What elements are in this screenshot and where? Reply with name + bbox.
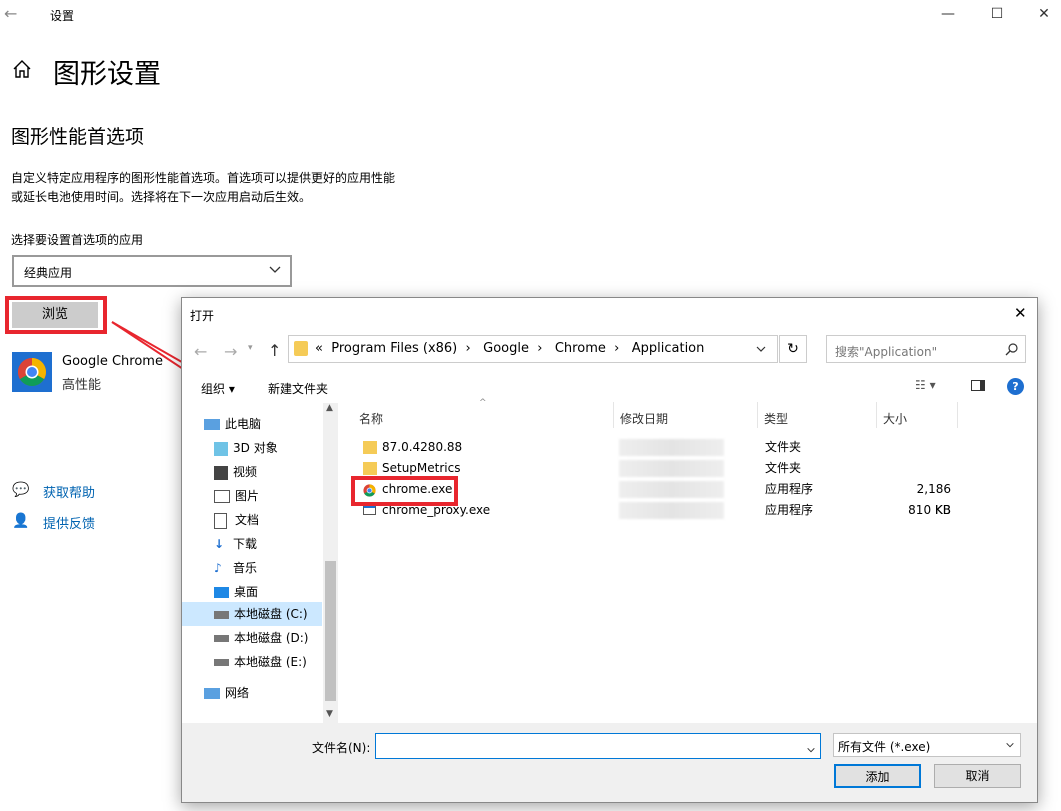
back-nav-icon[interactable]: ←: [194, 342, 207, 361]
date-blurred: [619, 481, 724, 498]
file-type: 应用程序: [765, 503, 814, 517]
address-bar[interactable]: « Program Files (x86) › Google › Chrome …: [288, 335, 778, 363]
folder-icon: [294, 341, 308, 356]
up-nav-icon[interactable]: ↑: [268, 341, 281, 360]
search-box[interactable]: 搜索"Application": [826, 335, 1026, 363]
filename-input[interactable]: [375, 733, 821, 759]
tree-downloads[interactable]: ↓ 下载: [214, 532, 257, 556]
help-circle-icon[interactable]: ?: [1007, 378, 1024, 395]
dialog-title: 打开: [190, 309, 215, 323]
nav-tree: 此电脑 3D 对象 视频 图片 文档 ↓ 下载 ♪ 音乐 桌面 本地磁盘 (C:) …: [182, 402, 339, 722]
tree-scrollbar[interactable]: ▲ ▼: [323, 403, 338, 723]
file-row-87[interactable]: 87.0.4280.88 文件夹: [359, 437, 979, 458]
breadcrumb-application[interactable]: Application: [632, 341, 705, 356]
scroll-down-icon[interactable]: ▼: [326, 709, 333, 719]
scroll-up-icon[interactable]: ▲: [326, 403, 333, 413]
network-icon: [204, 688, 220, 699]
filetype-select[interactable]: 所有文件 (*.exe): [833, 733, 1021, 757]
column-size[interactable]: 大小: [883, 410, 907, 427]
tree-music[interactable]: ♪ 音乐: [214, 556, 257, 580]
column-divider-4: [957, 402, 958, 428]
drive-d-icon: [214, 635, 229, 642]
column-type[interactable]: 类型: [764, 410, 788, 427]
tree-drive-d[interactable]: 本地磁盘 (D:): [214, 626, 308, 650]
sort-arrow-icon: ^: [479, 398, 487, 408]
folder-icon: [363, 462, 377, 475]
tree-drive-e[interactable]: 本地磁盘 (E:): [214, 650, 307, 674]
tree-3d-objects[interactable]: 3D 对象: [214, 436, 278, 460]
video-icon: [214, 465, 228, 480]
file-type: 文件夹: [765, 461, 802, 475]
breadcrumb-program-files[interactable]: Program Files (x86): [331, 341, 457, 356]
column-date[interactable]: 修改日期: [620, 410, 668, 427]
add-button[interactable]: 添加: [834, 764, 921, 788]
filetype-dropdown-icon: [1005, 739, 1015, 753]
drive-c-icon: [214, 610, 229, 619]
recent-dropdown-icon[interactable]: ▾: [248, 343, 253, 353]
desktop-icon: [214, 587, 229, 598]
column-divider-3: [876, 402, 877, 428]
new-folder-button[interactable]: 新建文件夹: [268, 380, 328, 397]
column-divider-2: [757, 402, 758, 428]
tree-pictures[interactable]: 图片: [214, 484, 259, 508]
date-blurred: [619, 460, 724, 477]
folder-icon: [363, 441, 377, 454]
file-list: ^ 名称 修改日期 类型 大小 87.0.4280.88 文件夹 SetupMe…: [339, 398, 1037, 722]
filename-dropdown-icon[interactable]: [806, 740, 816, 759]
file-type: 应用程序: [765, 482, 814, 496]
cube-icon: [214, 441, 228, 456]
picture-icon: [214, 490, 230, 503]
exe-icon: [363, 505, 376, 515]
dialog-close-icon[interactable]: ✕: [1014, 304, 1027, 322]
file-name: 87.0.4280.88: [382, 440, 463, 454]
file-type: 文件夹: [765, 440, 802, 454]
breadcrumb-overflow[interactable]: «: [315, 341, 323, 356]
refresh-button[interactable]: ↻: [779, 335, 807, 363]
filetype-value: 所有文件 (*.exe): [838, 740, 931, 754]
drive-e-icon: [214, 659, 229, 666]
music-icon: ♪: [214, 561, 222, 575]
filename-label: 文件名(N):: [312, 741, 371, 755]
chrome-exe-highlight: [351, 476, 458, 506]
address-dropdown-icon[interactable]: [755, 340, 767, 359]
date-blurred: [619, 502, 724, 519]
pc-icon: [204, 419, 220, 430]
organize-menu[interactable]: 组织 ▾: [201, 380, 235, 397]
search-placeholder: 搜索"Application": [835, 345, 938, 359]
open-file-dialog: 打开 ✕ ← → ▾ ↑ « Program Files (x86) › Goo…: [181, 297, 1038, 803]
tree-drive-c[interactable]: 本地磁盘 (C:): [214, 602, 308, 626]
breadcrumb: « Program Files (x86) › Google › Chrome …: [315, 341, 705, 356]
file-size: 810 KB: [908, 503, 951, 517]
tree-documents[interactable]: 文档: [214, 508, 259, 532]
cancel-button[interactable]: 取消: [934, 764, 1021, 788]
tree-network[interactable]: 网络: [204, 681, 249, 705]
breadcrumb-chrome[interactable]: Chrome: [555, 341, 606, 356]
tree-this-pc[interactable]: 此电脑: [204, 412, 261, 436]
search-icon: [1005, 341, 1019, 360]
column-divider-1: [613, 402, 614, 428]
dialog-footer: 文件名(N): 所有文件 (*.exe) 添加 取消: [182, 723, 1037, 802]
column-name[interactable]: 名称: [359, 410, 383, 427]
view-options-icon[interactable]: ☷ ▾: [915, 378, 936, 392]
document-icon: [214, 512, 227, 529]
breadcrumb-google[interactable]: Google: [483, 341, 529, 356]
scroll-thumb[interactable]: [325, 561, 336, 701]
forward-nav-icon[interactable]: →: [224, 342, 237, 361]
preview-pane-icon[interactable]: [971, 380, 985, 391]
tree-desktop[interactable]: 桌面: [214, 580, 258, 604]
download-icon: ↓: [214, 537, 225, 551]
tree-videos[interactable]: 视频: [214, 460, 257, 484]
date-blurred: [619, 439, 724, 456]
